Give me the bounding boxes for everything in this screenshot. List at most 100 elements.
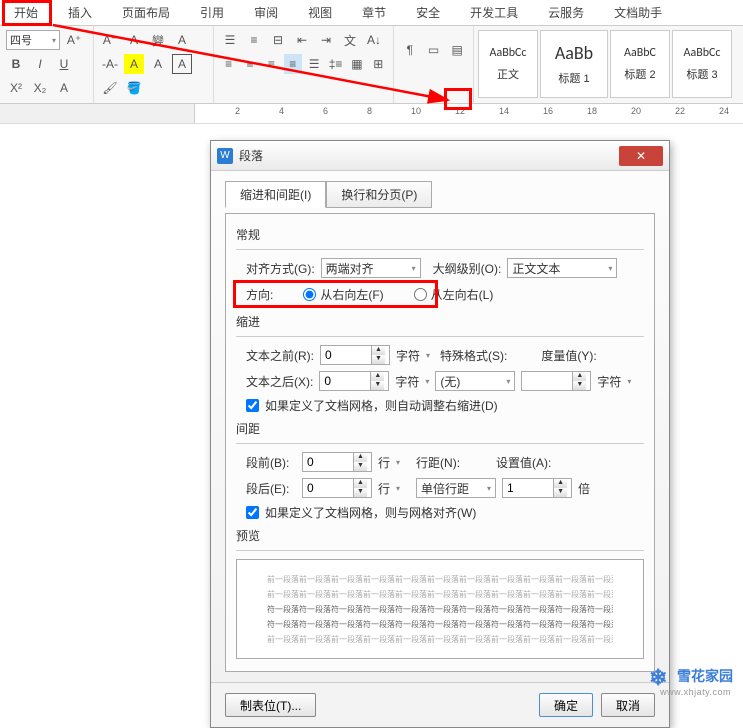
ins-break-icon[interactable]: ▤	[447, 40, 467, 60]
strike-icon[interactable]: A	[172, 30, 192, 50]
space-before-spin[interactable]: ▲▼	[302, 452, 372, 472]
font-color-icon[interactable]: A	[54, 78, 74, 98]
ruler-tick: 2	[235, 106, 240, 116]
ins-obj-icon[interactable]: ▭	[424, 40, 444, 60]
shading-icon[interactable]: 🖌	[100, 78, 120, 98]
distribute-icon[interactable]: ☰	[306, 54, 323, 74]
menu-reference[interactable]: 引用	[194, 2, 230, 23]
outline-label: 大纲级别(O):	[433, 260, 502, 277]
multilevel-icon[interactable]: ⊟	[268, 30, 288, 50]
section-preview: 预览	[236, 527, 644, 544]
line-spacing-icon[interactable]: ‡≡	[327, 54, 344, 74]
bold-icon[interactable]: B	[6, 54, 26, 74]
clear-format-icon[interactable]: A̶	[124, 30, 144, 50]
font-size-select[interactable]: 四号▾	[6, 30, 60, 50]
menu-page-layout[interactable]: 页面布局	[116, 2, 176, 23]
radio-l2r-input[interactable]	[414, 288, 427, 301]
setval-spin[interactable]: ▲▼	[502, 478, 572, 498]
numbering-icon[interactable]: ≡	[244, 30, 264, 50]
pinyin-icon[interactable]: 變	[148, 30, 168, 50]
align-select[interactable]: 两端对齐▾	[321, 258, 421, 278]
align-label: 对齐方式(G):	[246, 260, 315, 277]
style-body[interactable]: AaBbCc 正文	[478, 30, 538, 98]
sup-icon[interactable]: X²	[6, 78, 26, 98]
section-indent: 缩进	[236, 313, 644, 330]
menu-security[interactable]: 安全	[410, 2, 446, 23]
section-general: 常规	[236, 226, 644, 243]
strike2-icon[interactable]: -A-	[100, 54, 120, 74]
line-space-select[interactable]: 单倍行距▾	[416, 478, 496, 498]
ruler-tick: 8	[367, 106, 372, 116]
underline-icon[interactable]: U	[54, 54, 74, 74]
sub-icon[interactable]: X₂	[30, 78, 50, 98]
spin-down-icon[interactable]: ▼	[372, 355, 385, 364]
align-center-icon[interactable]: ≡	[241, 54, 258, 74]
align-left-icon[interactable]: ≡	[220, 54, 237, 74]
bucket-icon[interactable]: 🪣	[124, 78, 144, 98]
metric-label: 度量值(Y):	[541, 347, 596, 364]
space-after-label: 段后(E):	[246, 480, 296, 497]
style-h2[interactable]: AaBbC 标题 2	[610, 30, 670, 98]
text-dir-icon[interactable]: 文	[340, 30, 360, 50]
special-label: 特殊格式(S):	[440, 347, 507, 364]
bullets-icon[interactable]: ☰	[220, 30, 240, 50]
decrease-font-icon[interactable]: A⁻	[100, 30, 120, 50]
ruler-tick: 6	[323, 106, 328, 116]
auto-adjust-check[interactable]	[246, 399, 259, 412]
radio-l2r[interactable]: 从左向右(L)	[414, 286, 494, 303]
ruler-tick: 12	[455, 106, 465, 116]
indent-before-label: 文本之前(R):	[246, 347, 314, 364]
menu-view[interactable]: 视图	[302, 2, 338, 23]
inc-indent-icon[interactable]: ⇥	[316, 30, 336, 50]
indent-after-spin[interactable]: ▲▼	[319, 371, 389, 391]
toolbar: 四号▾ A⁺ B I U X² X₂ A A⁻ A̶ 變 A -A- A A A…	[0, 26, 743, 104]
direction-label: 方向:	[246, 286, 273, 303]
highlight-icon[interactable]: A	[124, 54, 144, 74]
tab-indent-spacing[interactable]: 缩进和间距(I)	[225, 181, 326, 208]
space-after-spin[interactable]: ▲▼	[302, 478, 372, 498]
menu-chapter[interactable]: 章节	[356, 2, 392, 23]
font-a-icon[interactable]: A	[148, 54, 168, 74]
border-icon[interactable]: ⊞	[370, 54, 387, 74]
sort-icon[interactable]: A↓	[364, 30, 384, 50]
align-right-icon[interactable]: ≡	[263, 54, 280, 74]
radio-r2l[interactable]: 从右向左(F)	[303, 286, 383, 303]
styles-gallery: AaBbCc 正文 AaBb 标题 1 AaBbC 标题 2 AaBbCc 标题…	[474, 26, 736, 103]
ruler-tick: 20	[631, 106, 641, 116]
menu-start[interactable]: 开始	[8, 2, 44, 23]
menu-cloud[interactable]: 云服务	[542, 2, 590, 23]
style-h1[interactable]: AaBb 标题 1	[540, 30, 608, 98]
ruler-tick: 14	[499, 106, 509, 116]
ruler-tick: 18	[587, 106, 597, 116]
spin-up-icon[interactable]: ▲	[372, 346, 385, 355]
paragraph-dialog: W 段落 ✕ 缩进和间距(I) 换行和分页(P) 常规 对齐方式(G): 两端对…	[210, 140, 670, 728]
increase-font-icon[interactable]: A⁺	[64, 30, 84, 50]
snowflake-icon	[649, 665, 671, 687]
char-border-icon[interactable]: A	[172, 54, 192, 74]
radio-r2l-input[interactable]	[303, 288, 316, 301]
menu-doc-assist[interactable]: 文档助手	[608, 2, 668, 23]
dialog-titlebar[interactable]: W 段落 ✕	[211, 141, 669, 171]
tab-line-page-breaks[interactable]: 换行和分页(P)	[326, 181, 432, 208]
dec-indent-icon[interactable]: ⇤	[292, 30, 312, 50]
section-spacing: 间距	[236, 420, 644, 437]
menu-review[interactable]: 审阅	[248, 2, 284, 23]
italic-icon[interactable]: I	[30, 54, 50, 74]
metric-spin[interactable]: ▲▼	[521, 371, 591, 391]
indent-before-spin[interactable]: ▲▼	[320, 345, 390, 365]
close-icon[interactable]: ✕	[619, 146, 663, 166]
ruler-tick: 22	[675, 106, 685, 116]
grid-align-check[interactable]	[246, 506, 259, 519]
style-h3[interactable]: AaBbCc 标题 3	[672, 30, 732, 98]
para-marks-icon[interactable]: ¶	[400, 40, 420, 60]
menu-insert[interactable]: 插入	[62, 2, 98, 23]
menu-dev-tools[interactable]: 开发工具	[464, 2, 524, 23]
shade-icon[interactable]: ▦	[348, 54, 365, 74]
special-select[interactable]: (无)▾	[435, 371, 515, 391]
outline-select[interactable]: 正文文本▾	[507, 258, 617, 278]
h-ruler[interactable]: 24681012141618202224	[0, 104, 743, 124]
dialog-title-text: 段落	[239, 147, 263, 164]
line-space-label: 行距(N):	[416, 454, 460, 471]
space-before-label: 段前(B):	[246, 454, 296, 471]
justify-icon[interactable]: ≡	[284, 54, 301, 74]
